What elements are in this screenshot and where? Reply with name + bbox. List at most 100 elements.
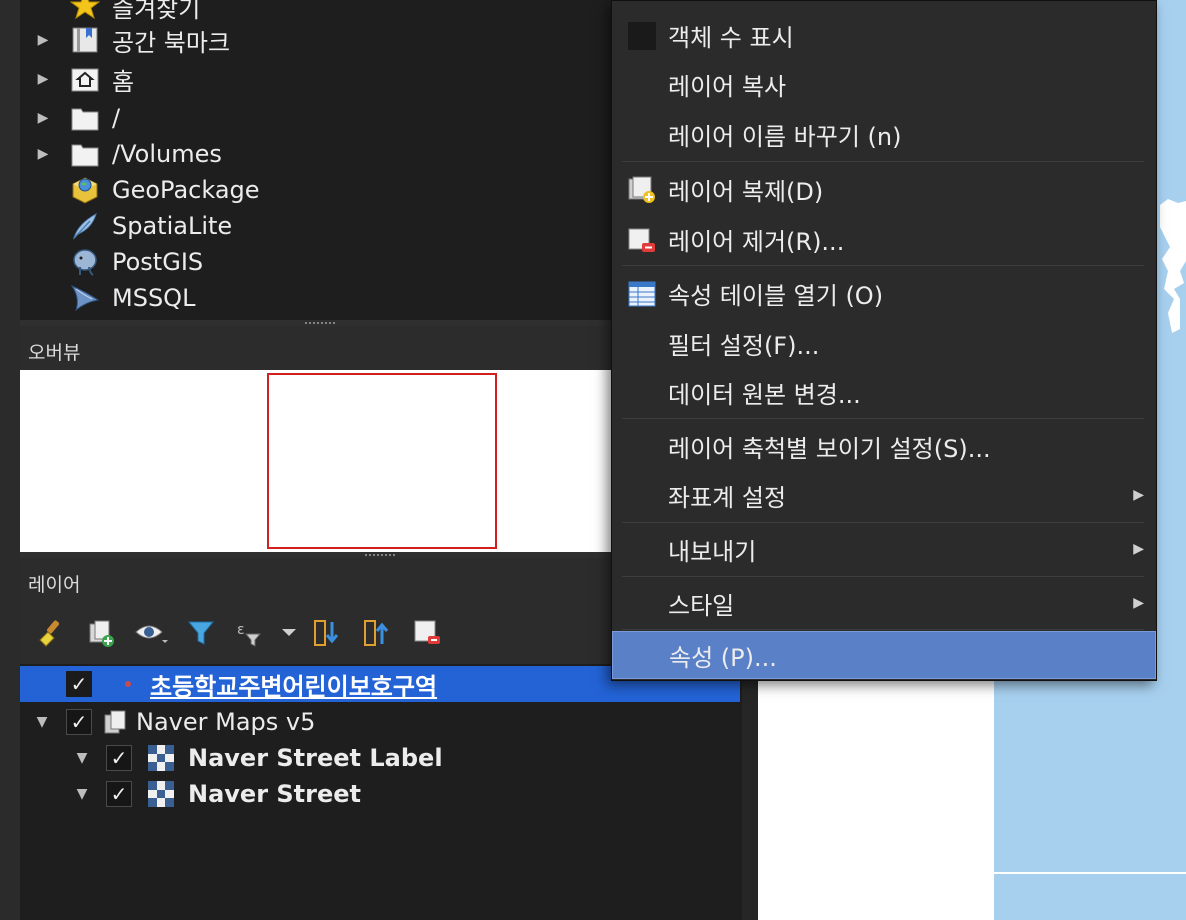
chevron-right-icon[interactable]: ▶ bbox=[36, 71, 50, 87]
filter-expression-icon[interactable]: ε bbox=[234, 616, 268, 650]
visibility-eye-icon[interactable] bbox=[134, 616, 168, 650]
map-canvas-land[interactable] bbox=[758, 680, 994, 920]
browser-item-root[interactable]: ▶ / bbox=[20, 100, 120, 136]
overview-extent-box[interactable] bbox=[267, 373, 497, 549]
menu-item-remove-layer[interactable]: 레이어 제거(R)... bbox=[612, 215, 1156, 263]
browser-item-label: PostGIS bbox=[112, 248, 204, 276]
menu-separator bbox=[622, 418, 1144, 419]
menu-item-label: 속성 테이블 열기 (O) bbox=[668, 281, 884, 310]
menu-item-label: 레이어 제거(R)... bbox=[668, 227, 845, 256]
menu-item-change-data-source[interactable]: 데이터 원본 변경... bbox=[612, 368, 1156, 416]
menu-separator bbox=[622, 161, 1144, 162]
checkbox-empty-icon[interactable] bbox=[626, 20, 658, 52]
layer-row-naver-maps-group[interactable]: ▼ ✓ Naver Maps v5 bbox=[20, 704, 740, 740]
spatial-bookmark-icon bbox=[70, 25, 100, 55]
submenu-arrow-icon: ▶ bbox=[1133, 541, 1144, 557]
browser-panel: 즐겨찾기 ▶ 공간 북마크 ▶ 홈 ▶ / ▶ /Volumes GeoPack… bbox=[20, 0, 620, 320]
menu-item-label: 속성 (P)... bbox=[669, 643, 777, 672]
raster-tile-icon bbox=[148, 745, 176, 771]
menu-item-label: 레이어 이름 바꾸기 (n) bbox=[668, 122, 902, 151]
layer-label[interactable]: Naver Street bbox=[188, 780, 361, 808]
browser-item-geopackage[interactable]: GeoPackage bbox=[20, 172, 260, 208]
browser-item-label: SpatiaLite bbox=[112, 212, 233, 240]
browser-item-spatialite[interactable]: SpatiaLite bbox=[20, 208, 232, 244]
chevron-down-icon[interactable]: ▼ bbox=[74, 786, 90, 802]
browser-item-home[interactable]: ▶ 홈 bbox=[20, 61, 134, 97]
menu-item-rename-layer[interactable]: 레이어 이름 바꾸기 (n) bbox=[612, 110, 1156, 158]
remove-layer-icon bbox=[626, 224, 658, 256]
submenu-arrow-icon: ▶ bbox=[1133, 487, 1144, 503]
overview-canvas[interactable] bbox=[20, 370, 620, 552]
chevron-right-icon[interactable]: ▶ bbox=[36, 146, 50, 162]
browser-item-label: MSSQL bbox=[112, 284, 196, 312]
add-group-icon[interactable] bbox=[84, 616, 118, 650]
browser-item-favorites[interactable]: 즐겨찾기 bbox=[20, 0, 200, 24]
browser-item-mssql[interactable]: MSSQL bbox=[20, 280, 195, 316]
browser-item-spatial-bookmarks[interactable]: ▶ 공간 북마크 bbox=[20, 22, 230, 58]
menu-item-scale-visibility[interactable]: 레이어 축척별 보이기 설정(S)... bbox=[612, 422, 1156, 470]
menu-item-label: 레이어 복제(D) bbox=[668, 177, 824, 206]
layer-label[interactable]: Naver Maps v5 bbox=[136, 708, 315, 736]
menu-item-label: 스타일 bbox=[668, 591, 735, 620]
mssql-icon bbox=[70, 283, 100, 313]
browser-item-postgis[interactable]: PostGIS bbox=[20, 244, 203, 280]
menu-item-label: 레이어 축척별 보이기 설정(S)... bbox=[668, 434, 991, 463]
map-road-line bbox=[994, 872, 1186, 874]
menu-item-set-crs[interactable]: 좌표계 설정 ▶ bbox=[612, 471, 1156, 519]
attribute-table-icon bbox=[626, 278, 658, 310]
layer-visibility-checkbox[interactable]: ✓ bbox=[106, 745, 132, 771]
chevron-right-icon[interactable]: ▶ bbox=[36, 32, 50, 48]
menu-item-label: 좌표계 설정 bbox=[668, 483, 787, 512]
raster-tile-icon bbox=[148, 781, 176, 807]
chevron-right-icon[interactable]: ▶ bbox=[36, 110, 50, 126]
submenu-arrow-icon: ▶ bbox=[1133, 595, 1144, 611]
layer-visibility-checkbox[interactable]: ✓ bbox=[66, 671, 92, 697]
svg-text:ε: ε bbox=[237, 622, 245, 638]
geopackage-icon bbox=[70, 175, 100, 205]
layer-visibility-checkbox[interactable]: ✓ bbox=[106, 781, 132, 807]
chevron-down-icon[interactable] bbox=[272, 616, 306, 650]
chevron-down-icon[interactable]: ▼ bbox=[34, 714, 50, 730]
layer-row-naver-street[interactable]: ▼ ✓ Naver Street bbox=[20, 776, 740, 812]
star-icon bbox=[70, 0, 100, 21]
menu-item-export[interactable]: 내보내기 ▶ bbox=[612, 525, 1156, 573]
layer-row-naver-street-label[interactable]: ▼ ✓ Naver Street Label bbox=[20, 740, 740, 776]
menu-separator bbox=[622, 522, 1144, 523]
overview-header: 오버뷰 bbox=[20, 326, 620, 370]
menu-separator bbox=[622, 265, 1144, 266]
layer-label[interactable]: 초등학교주변어린이보호구역 bbox=[150, 667, 437, 702]
group-icon bbox=[102, 708, 132, 736]
browser-item-label: /Volumes bbox=[112, 140, 222, 168]
menu-item-duplicate-layer[interactable]: 레이어 복제(D) bbox=[612, 165, 1156, 213]
menu-item-styles[interactable]: 스타일 ▶ bbox=[612, 579, 1156, 627]
browser-item-label: GeoPackage bbox=[112, 176, 260, 204]
menu-separator bbox=[622, 576, 1144, 577]
menu-item-open-attribute-table[interactable]: 속성 테이블 열기 (O) bbox=[612, 269, 1156, 317]
chevron-down-icon[interactable]: ▼ bbox=[74, 750, 90, 766]
folder-icon bbox=[70, 103, 100, 133]
map-coastline bbox=[1160, 199, 1186, 333]
duplicate-layer-icon bbox=[626, 174, 658, 206]
browser-item-volumes[interactable]: ▶ /Volumes bbox=[20, 136, 222, 172]
menu-separator bbox=[622, 629, 1144, 630]
layers-title: 레이어 bbox=[28, 574, 81, 596]
browser-item-label: 홈 bbox=[112, 67, 135, 96]
style-brush-icon[interactable] bbox=[34, 616, 68, 650]
menu-item-set-filter[interactable]: 필터 설정(F)... bbox=[612, 319, 1156, 367]
browser-item-label: / bbox=[112, 104, 121, 132]
dock-edge bbox=[0, 0, 20, 920]
layer-label[interactable]: Naver Street Label bbox=[188, 744, 443, 772]
menu-item-properties[interactable]: 속성 (P)... bbox=[612, 631, 1156, 679]
menu-item-label: 객체 수 표시 bbox=[668, 23, 794, 52]
expand-all-icon[interactable] bbox=[310, 616, 344, 650]
collapse-all-icon[interactable] bbox=[360, 616, 394, 650]
menu-item-label: 필터 설정(F)... bbox=[668, 331, 820, 360]
menu-item-copy-layer[interactable]: 레이어 복사 bbox=[612, 60, 1156, 108]
point-symbol-icon bbox=[118, 681, 138, 687]
layer-visibility-checkbox[interactable]: ✓ bbox=[66, 709, 92, 735]
filter-legend-icon[interactable] bbox=[184, 616, 218, 650]
postgis-elephant-icon bbox=[70, 247, 100, 277]
menu-item-label: 레이어 복사 bbox=[668, 72, 787, 101]
menu-item-show-feature-count[interactable]: 객체 수 표시 bbox=[612, 11, 1156, 59]
remove-layer-icon[interactable] bbox=[410, 616, 444, 650]
